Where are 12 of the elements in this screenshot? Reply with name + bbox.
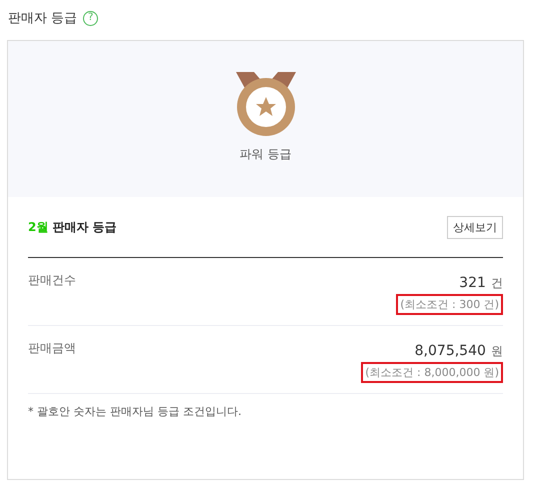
stat-value: 8,075,540 원 — [414, 342, 503, 360]
medal-icon — [234, 72, 298, 136]
stat-value: 321 건 — [459, 274, 503, 292]
footnote: * 괄호안 숫자는 판매자님 등급 조건입니다. — [28, 404, 242, 419]
minimum-condition: (최소조건 : 8,000,000 원) — [361, 362, 503, 383]
minimum-condition: (최소조건 : 300 건) — [396, 294, 503, 315]
grade-label: 파워 등급 — [240, 146, 292, 163]
section-title: 판매자 등급 — [8, 10, 78, 27]
stat-label: 판매금액 — [28, 340, 76, 357]
month-grade-heading: 2월 판매자 등급 — [28, 218, 117, 236]
detail-button[interactable]: 상세보기 — [447, 216, 503, 238]
stat-label: 판매건수 — [28, 272, 76, 289]
